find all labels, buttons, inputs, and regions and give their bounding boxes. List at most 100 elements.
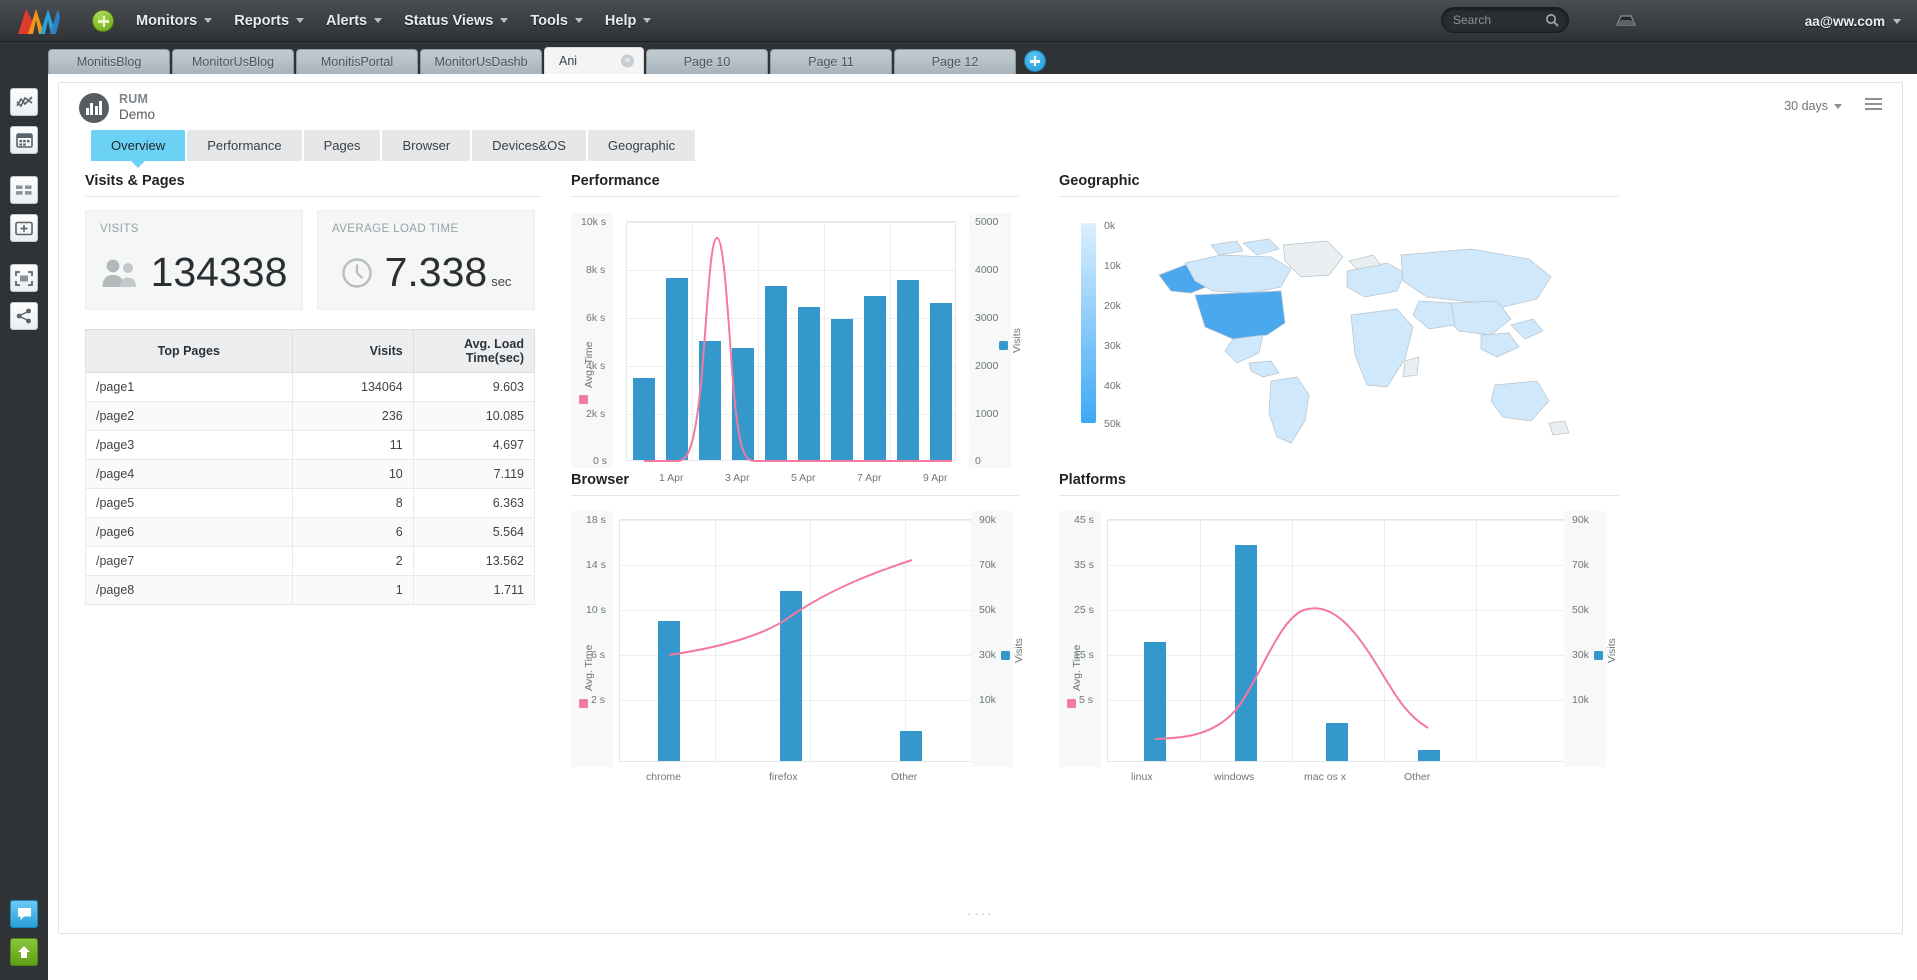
right-axis-band bbox=[1564, 511, 1606, 767]
ytick-right: 4000 bbox=[975, 264, 998, 276]
table-row[interactable]: /page665.564 bbox=[86, 518, 535, 547]
page-tab-label: Page 10 bbox=[684, 55, 731, 69]
list-view-icon[interactable] bbox=[1865, 98, 1882, 113]
help-bubble-icon[interactable] bbox=[10, 900, 38, 928]
tab-geographic[interactable]: Geographic bbox=[588, 130, 695, 161]
kpi-visits-value-row: 134338 bbox=[86, 249, 302, 296]
tab-label: Performance bbox=[207, 138, 281, 153]
add-tab-button[interactable] bbox=[1024, 50, 1046, 72]
search-box[interactable] bbox=[1441, 7, 1569, 33]
ytick: 35 s bbox=[1074, 559, 1094, 571]
page-tab-monitorusdashb[interactable]: MonitorUsDashb bbox=[420, 49, 542, 74]
page-tab-label: Page 12 bbox=[932, 55, 979, 69]
performance-chart[interactable]: Avg. Time bbox=[571, 213, 1019, 495]
fullscreen-icon[interactable] bbox=[10, 264, 38, 292]
share-icon[interactable] bbox=[10, 302, 38, 330]
layout-grid-icon[interactable] bbox=[10, 176, 38, 204]
nav-alerts[interactable]: Alerts bbox=[326, 13, 382, 29]
legend-visits-swatch bbox=[1001, 651, 1010, 660]
divider bbox=[1059, 495, 1619, 496]
top-navigation-bar: Monitors Reports Alerts Status Views Too… bbox=[0, 0, 1917, 42]
map-color-legend bbox=[1081, 223, 1096, 423]
table-row[interactable]: /page7213.562 bbox=[86, 547, 535, 576]
table-row[interactable]: /page11340649.603 bbox=[86, 373, 535, 402]
legend-visits-swatch bbox=[1594, 651, 1603, 660]
tab-overview[interactable]: Overview bbox=[91, 130, 185, 161]
tab-devices-os[interactable]: Devices&OS bbox=[472, 130, 586, 161]
map-legend-tick: 20k bbox=[1104, 300, 1121, 312]
ytick-right: 5000 bbox=[975, 216, 998, 228]
page-tab-monitorusblog[interactable]: MonitorUsBlog bbox=[172, 49, 294, 74]
page-tab-monitisblog[interactable]: MonitisBlog bbox=[48, 49, 170, 74]
chart-line-icon[interactable] bbox=[10, 88, 38, 116]
ytick-right: 10k bbox=[1572, 694, 1589, 706]
ytick-right: 10k bbox=[979, 694, 996, 706]
divider bbox=[571, 196, 1019, 197]
page-subtitle: Demo bbox=[119, 107, 155, 122]
page-tab-page-12[interactable]: Page 12 bbox=[894, 49, 1016, 74]
nav-status-views[interactable]: Status Views bbox=[404, 13, 508, 29]
nav-tools[interactable]: Tools bbox=[530, 13, 583, 29]
nav-help[interactable]: Help bbox=[605, 13, 651, 29]
ytick: 5 s bbox=[1079, 694, 1093, 706]
geographic-title: Geographic bbox=[1059, 173, 1140, 189]
ytick: 2k s bbox=[586, 408, 605, 420]
tab-performance[interactable]: Performance bbox=[187, 130, 301, 161]
divider bbox=[1059, 196, 1619, 197]
page-tab-label: Ani bbox=[559, 54, 577, 68]
right-axis-band bbox=[971, 511, 1013, 767]
nav-reports[interactable]: Reports bbox=[234, 13, 304, 29]
table-column-header[interactable]: Top Pages bbox=[86, 330, 293, 373]
left-tool-rail bbox=[0, 74, 48, 980]
date-range-selector[interactable]: 30 days bbox=[1784, 99, 1842, 113]
nav-monitors[interactable]: Monitors bbox=[136, 13, 212, 29]
browser-title: Browser bbox=[571, 472, 629, 488]
platforms-title: Platforms bbox=[1059, 472, 1126, 488]
add-button[interactable] bbox=[92, 10, 114, 32]
kpi-visits: VISITS 134338 bbox=[85, 210, 303, 310]
page-tab-page-11[interactable]: Page 11 bbox=[770, 49, 892, 74]
table-row[interactable]: /page4107.119 bbox=[86, 460, 535, 489]
nav-alerts-label: Alerts bbox=[326, 13, 367, 29]
cell-visits: 236 bbox=[292, 402, 413, 431]
close-icon[interactable]: × bbox=[621, 55, 634, 68]
ytick: 15 s bbox=[1074, 649, 1094, 661]
cell-avg-load-time: 10.085 bbox=[413, 402, 534, 431]
cell-visits: 6 bbox=[292, 518, 413, 547]
page-tab-monitisportal[interactable]: MonitisPortal bbox=[296, 49, 418, 74]
chevron-down-icon bbox=[500, 18, 508, 23]
table-row[interactable]: /page223610.085 bbox=[86, 402, 535, 431]
geographic-map[interactable]: 0k 10k 20k 30k 40k 50k bbox=[1059, 213, 1619, 495]
chevron-down-icon bbox=[374, 18, 382, 23]
table-column-header[interactable]: Visits bbox=[292, 330, 413, 373]
legend-avg-time-swatch bbox=[579, 699, 588, 708]
cell-page: /page1 bbox=[86, 373, 293, 402]
tab-pages[interactable]: Pages bbox=[304, 130, 381, 161]
ytick: 18 s bbox=[586, 514, 606, 526]
inbox-icon[interactable] bbox=[1615, 11, 1637, 27]
table-row[interactable]: /page586.363 bbox=[86, 489, 535, 518]
tab-label: Geographic bbox=[608, 138, 675, 153]
calendar-icon[interactable] bbox=[10, 126, 38, 154]
account-menu[interactable]: aa@ww.com bbox=[1805, 0, 1901, 42]
platforms-chart[interactable]: Avg. Time V bbox=[1059, 511, 1619, 793]
search-input[interactable] bbox=[1442, 12, 1537, 28]
monitis-logo-icon[interactable] bbox=[16, 6, 62, 36]
panel-resize-handle[interactable]: ···· bbox=[967, 905, 994, 921]
left-axis-band bbox=[1059, 511, 1101, 767]
kpi-avg-load-time-label: AVERAGE LOAD TIME bbox=[332, 223, 459, 235]
browser-chart[interactable]: Avg. Time Visits bbox=[571, 511, 1019, 793]
table-column-header[interactable]: Avg. Load Time(sec) bbox=[413, 330, 534, 373]
world-map-icon[interactable] bbox=[1151, 235, 1571, 455]
table-row[interactable]: /page3114.697 bbox=[86, 431, 535, 460]
upgrade-icon[interactable] bbox=[10, 938, 38, 966]
tab-browser[interactable]: Browser bbox=[382, 130, 470, 161]
cell-page: /page3 bbox=[86, 431, 293, 460]
page-tab-page-10[interactable]: Page 10 bbox=[646, 49, 768, 74]
browser-plot bbox=[619, 519, 974, 762]
add-widget-icon[interactable] bbox=[10, 214, 38, 242]
page-tab-ani[interactable]: Ani × bbox=[544, 47, 644, 74]
page-tab-label: Page 11 bbox=[808, 55, 854, 69]
table-row[interactable]: /page811.711 bbox=[86, 576, 535, 605]
top-pages-table: Top PagesVisitsAvg. Load Time(sec) /page… bbox=[85, 329, 535, 605]
